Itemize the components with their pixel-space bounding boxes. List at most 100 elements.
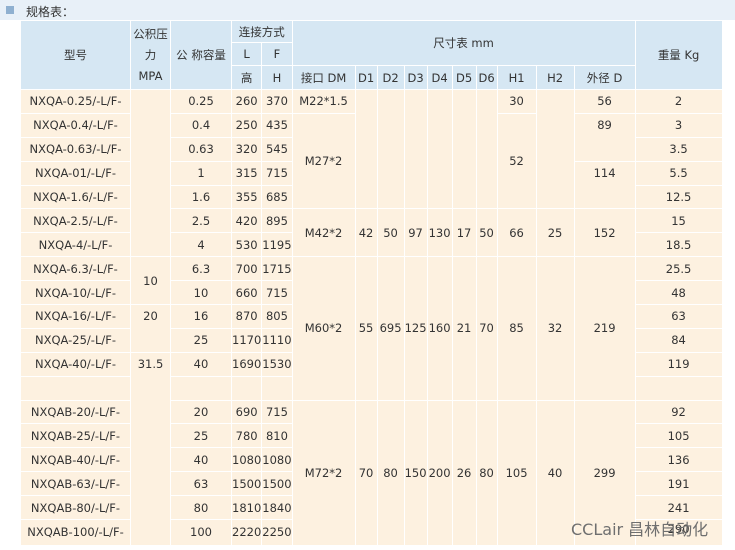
weight-cell: 191 [634,471,723,497]
page-title: 规格表： [26,5,75,19]
header-h2: H2 [535,65,575,90]
weight-cell: 18.5 [634,232,723,258]
header-h1: H1 [496,65,537,90]
header-volume: 公 称容量 [170,20,232,90]
h1-cell: 30 [496,89,537,114]
weight-cell: 3 [634,112,723,138]
header-pressure-line1: 公积压 [133,26,168,41]
weight-cell: 84 [634,327,723,353]
weight-cell: 12.5 [634,184,723,210]
model-cell: NXQA-0.25/-L/F- [20,89,131,114]
l-cell: 250 [230,112,263,138]
od-cell: 219 [573,256,636,401]
weight-cell: 25.5 [634,256,723,282]
d5-cell [451,88,477,210]
volume-cell: 10 [170,280,232,306]
d1-cell: 70 [354,399,378,546]
f-cell: 715 [261,399,293,425]
d2-cell [376,88,405,210]
pressure-cell: 31.5 [130,351,171,546]
h2-cell: 40 [535,399,575,546]
f-cell: 685 [261,184,293,210]
bullet-icon [6,6,14,14]
f-cell: 715 [261,280,293,306]
table-row: NXQA-0.25/-L/F- 0.25 260 370 M22*1.5 30 … [20,88,733,258]
volume-cell: 80 [170,495,232,521]
l-cell: 780 [230,423,263,449]
weight-cell: 119 [634,351,723,377]
volume-cell: 40 [170,351,232,377]
header-d3: D3 [403,65,428,90]
volume-cell [170,375,232,401]
model-cell: NXQA-25/-L/F- [20,327,131,353]
weight-cell: 92 [634,399,723,425]
l-cell: 315 [230,160,263,186]
weight-cell [730,375,733,401]
dm-cell: M72*2 [291,399,356,546]
d5-cell: 17 [451,208,477,258]
volume-cell: 1.6 [170,184,232,210]
d1-cell: 55 [354,256,378,401]
l-cell: 660 [230,280,263,306]
od-cell: 152 [573,208,636,258]
weight-cell: 3.5 [634,136,723,162]
h2-cell: 32 [535,256,575,401]
od-cell: 56 [573,89,636,114]
model-cell: NXQA-01/-L/F- [20,160,131,186]
header-pressure-unit: MPA [138,68,163,83]
d6-cell: 50 [475,208,498,258]
volume-cell: 2.5 [170,208,232,234]
l-cell: 1690 [230,351,263,377]
d4-cell: 160 [426,256,453,401]
header-h: H [261,65,293,90]
f-cell: 1715 [261,256,293,282]
header-dm: 接口 DM [291,65,356,90]
dm-cell: M27*2 [291,112,356,210]
h2-cell [535,88,575,210]
dm-cell [634,375,723,401]
model-cell: NXQA-2.5/-L/F- [20,208,131,234]
weight-cell: 48 [634,280,723,306]
table-row: NXQA-2.5/-L/F- 2.5 420 895 M42*2 42 50 9… [20,208,733,258]
h1-cell: 85 [496,256,537,401]
header-d6: D6 [475,65,498,90]
l-cell: 1170 [230,327,263,353]
pressure-cell: 10 [130,256,171,306]
model-cell: NXQA-6.3/-L/F- [20,256,131,282]
header-pressure-line2: 力 [144,47,157,62]
volume-cell: 20 [170,399,232,425]
d2-cell: 695 [376,256,405,401]
spec-table: 型号 公积压 力 MPA 公 称容量 连接方式 尺寸表 mm 重量 Kg L F… [20,20,733,546]
h2-cell: 25 [535,208,575,258]
model-cell: NXQAB-100/-L/F- [20,519,131,546]
d5-cell: 26 [451,399,477,546]
d5-cell: 21 [451,256,477,401]
header-d4: D4 [426,65,453,90]
weight-cell: 2 [634,89,723,114]
model-cell: NXQA-0.63/-L/F- [20,136,131,162]
header-od: 外径 D [573,65,636,90]
volume-cell: 63 [170,471,232,497]
d3-cell [403,88,428,210]
model-cell: NXQAB-63/-L/F- [20,471,131,497]
d6-cell [475,88,498,210]
d6-cell: 70 [475,256,498,401]
model-cell: NXQAB-80/-L/F- [20,495,131,521]
header-dims: 尺寸表 mm [291,20,636,66]
header-d2: D2 [376,65,405,90]
header-l: L [230,42,263,66]
volume-cell: 25 [170,423,232,449]
f-cell: 370 [261,89,293,114]
model-cell: NXQAB-20/-L/F- [20,399,131,425]
d1-cell [354,88,378,210]
l-cell: 420 [230,208,263,234]
volume-cell: 6.3 [170,256,232,282]
model-cell: NXQA-16/-L/F- [20,304,131,329]
l-cell: 2220 [230,519,263,546]
weight-cell: 136 [634,447,723,473]
model-cell: NXQAB-25/-L/F- [20,423,131,449]
d4-cell: 130 [426,208,453,258]
f-cell: 810 [261,423,293,449]
header-d1: D1 [354,65,378,90]
l-cell: 1810 [230,495,263,521]
